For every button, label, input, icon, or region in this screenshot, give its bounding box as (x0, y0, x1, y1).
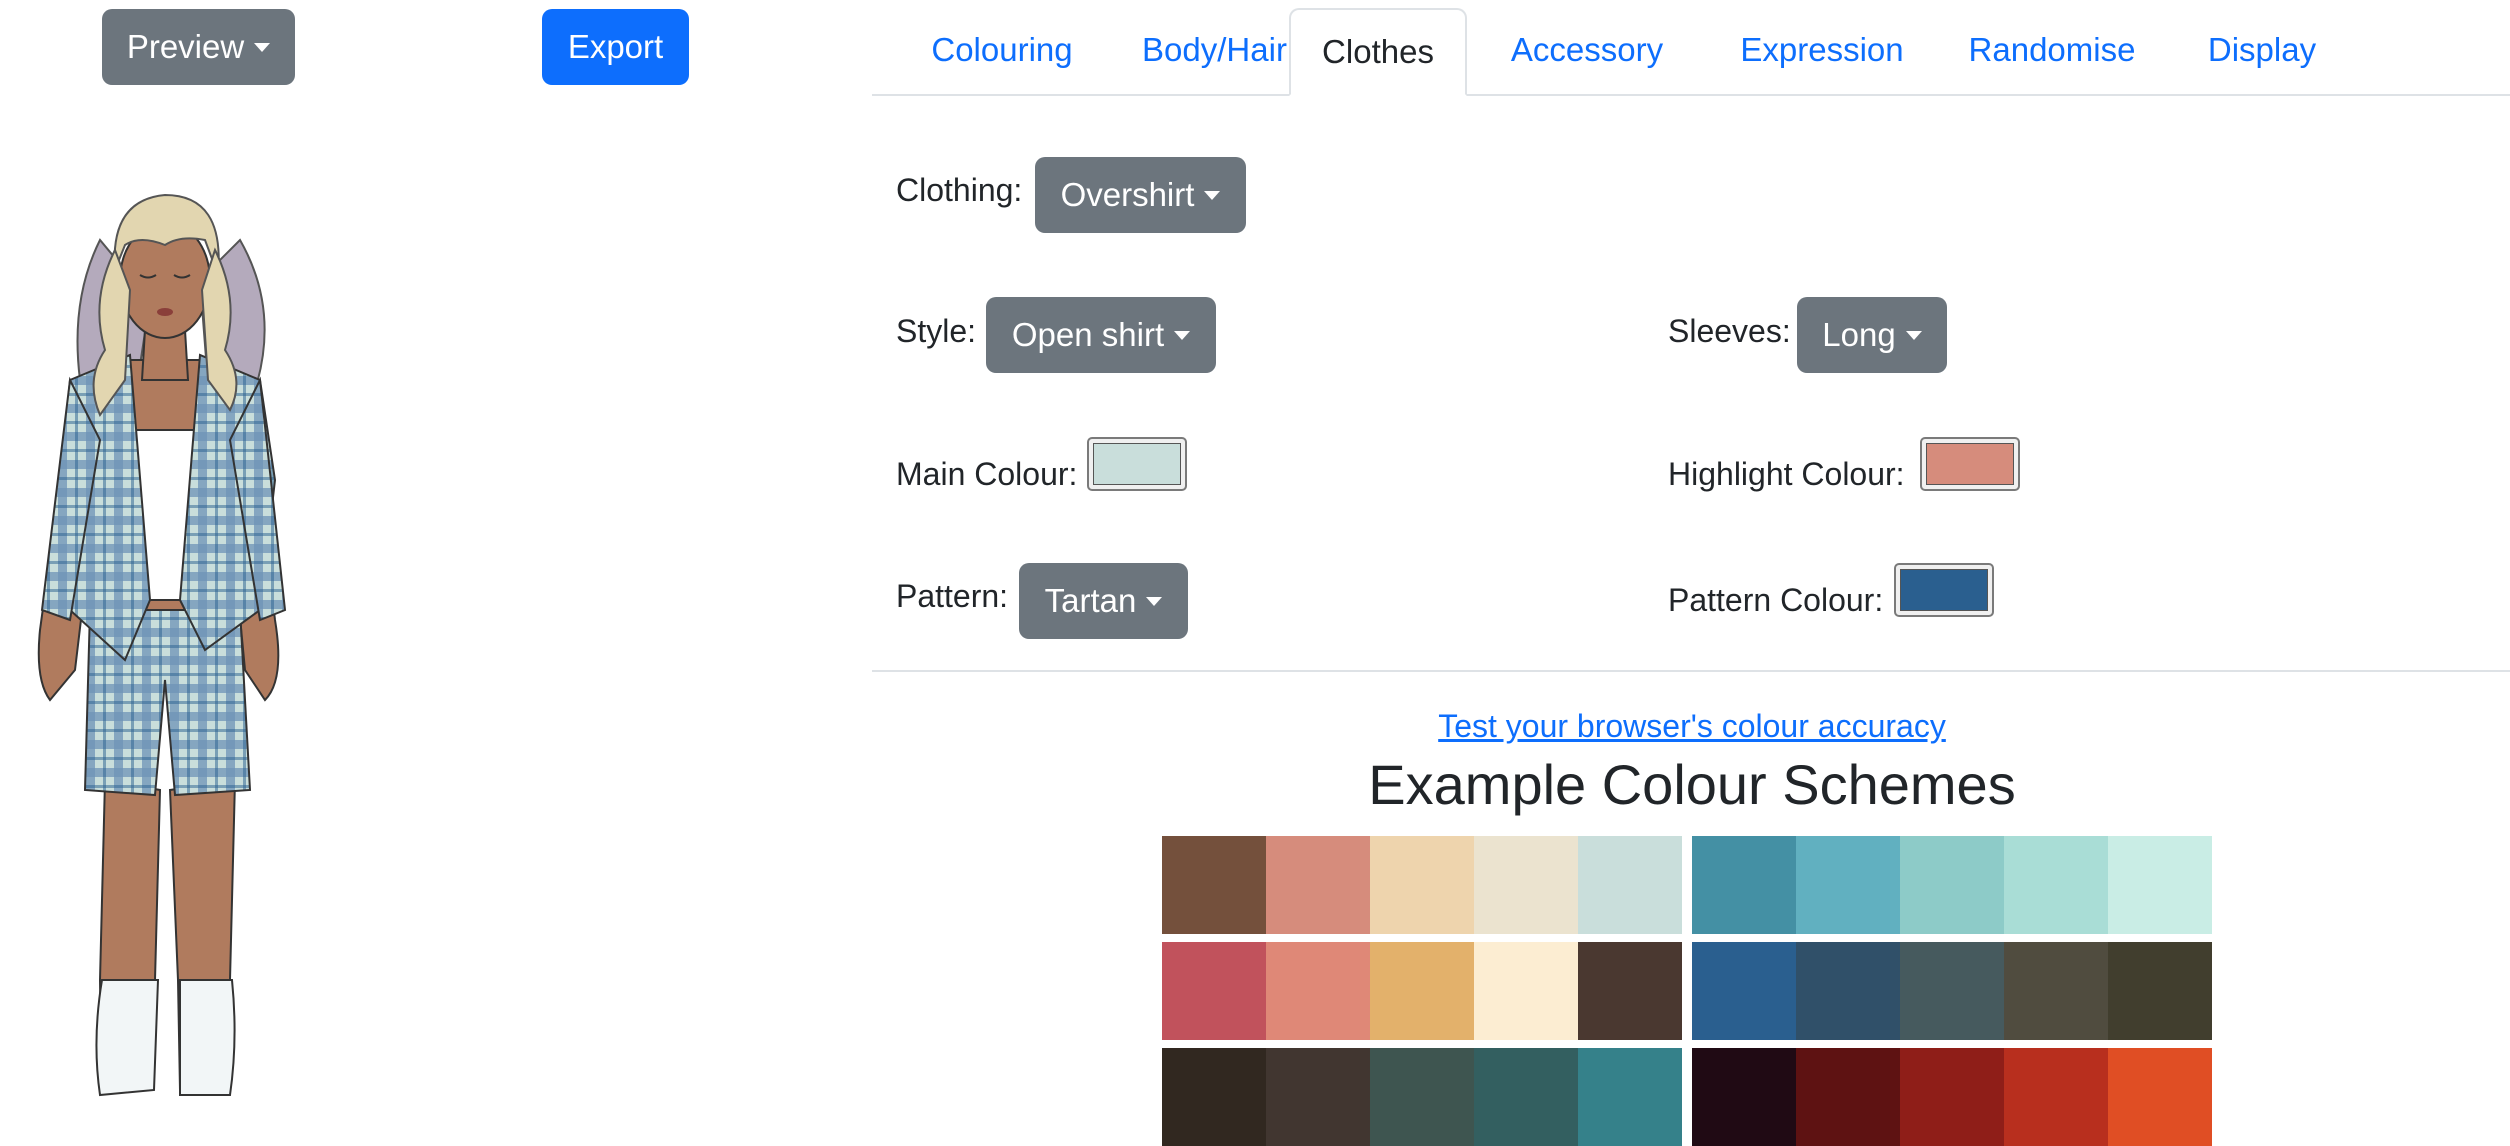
tab-label: Display (2207, 31, 2317, 68)
pattern-label: Pattern: (896, 578, 1009, 614)
colour-scheme-swatch[interactable] (1266, 942, 1370, 1040)
sleeves-value: Long (1822, 316, 1896, 353)
colour-scheme-swatch[interactable] (1162, 1048, 1266, 1146)
highlight-colour-label: Highlight Colour: (1668, 456, 1905, 492)
colour-scheme-swatch[interactable] (1162, 942, 1266, 1040)
clothing-value: Overshirt (1060, 176, 1195, 213)
sock-right (179, 979, 236, 1096)
colour-schemes-heading: Example Colour Schemes (1368, 753, 2016, 816)
colour-scheme-swatch[interactable] (1578, 1048, 1682, 1146)
tab-body-hair[interactable]: Body/Hair (1122, 8, 1307, 92)
highlight-colour-swatch (1926, 443, 2014, 485)
export-button[interactable]: Export (542, 9, 689, 85)
tab-display[interactable]: Display (2162, 8, 2362, 92)
style-dropdown[interactable]: Open shirt (986, 297, 1216, 373)
chevron-down-icon (1174, 330, 1191, 340)
colour-scheme-swatch[interactable] (1692, 836, 1796, 934)
colour-scheme-swatch[interactable] (2004, 1048, 2108, 1146)
colour-scheme-swatch[interactable] (1692, 942, 1796, 1040)
chevron-down-icon (1204, 190, 1221, 200)
chevron-down-icon (1146, 596, 1163, 606)
main-colour-picker[interactable] (1087, 437, 1187, 491)
clothing-dropdown[interactable]: Overshirt (1035, 157, 1246, 233)
colour-scheme-swatch[interactable] (1474, 836, 1578, 934)
tab-expression[interactable]: Expression (1702, 8, 1942, 92)
tab-label: Clothes (1322, 33, 1434, 70)
sleeves-label: Sleeves: (1668, 313, 1791, 349)
colour-scheme-swatch[interactable] (1578, 942, 1682, 1040)
colour-accuracy-link[interactable]: Test your browser's colour accuracy (1000, 708, 2384, 745)
colour-scheme-swatch[interactable] (1474, 1048, 1578, 1146)
style-label: Style: (896, 313, 977, 349)
main-colour-label: Main Colour: (896, 456, 1078, 492)
colour-scheme[interactable] (1162, 836, 1682, 934)
colour-scheme-swatch[interactable] (1900, 836, 2004, 934)
tab-label: Colouring (931, 31, 1073, 68)
tab-label: Accessory (1510, 31, 1664, 68)
colour-scheme-swatch[interactable] (1900, 942, 2004, 1040)
tab-randomise[interactable]: Randomise (1942, 8, 2162, 92)
style-value: Open shirt (1011, 316, 1165, 353)
tab-label: Expression (1740, 31, 1904, 68)
tab-label: Body/Hair (1142, 31, 1287, 68)
tab-bar: Colouring Body/Hair Clothes Accessory Ex… (872, 8, 2510, 96)
tab-colouring[interactable]: Colouring (882, 8, 1122, 92)
mouth (157, 308, 173, 316)
colour-scheme-swatch[interactable] (1692, 1048, 1796, 1146)
colour-scheme[interactable] (1692, 836, 2212, 934)
colour-scheme[interactable] (1162, 942, 1682, 1040)
colour-scheme-swatch[interactable] (1266, 1048, 1370, 1146)
tab-clothes[interactable]: Clothes (1289, 8, 1467, 96)
colour-scheme-swatch[interactable] (1266, 836, 1370, 934)
sleeves-dropdown[interactable]: Long (1797, 297, 1947, 373)
chevron-down-icon (254, 42, 271, 52)
colour-scheme-swatch[interactable] (2004, 836, 2108, 934)
colour-scheme-swatch[interactable] (1578, 836, 1682, 934)
colour-scheme-swatch[interactable] (1370, 1048, 1474, 1146)
colour-scheme-swatch[interactable] (1162, 836, 1266, 934)
colour-scheme-swatch[interactable] (2108, 1048, 2212, 1146)
section-divider (872, 670, 2510, 672)
colour-scheme-swatch[interactable] (1796, 836, 1900, 934)
colour-scheme-swatch[interactable] (2004, 942, 2108, 1040)
colour-scheme-swatch[interactable] (1900, 1048, 2004, 1146)
colour-scheme[interactable] (1692, 942, 2212, 1040)
tab-label: Randomise (1968, 31, 2136, 68)
preview-button-label: Preview (126, 28, 245, 65)
pattern-colour-label: Pattern Colour: (1668, 582, 1884, 618)
colour-scheme-swatch[interactable] (1796, 1048, 1900, 1146)
sock-left (95, 979, 160, 1097)
main-colour-swatch (1093, 443, 1181, 485)
pattern-colour-picker[interactable] (1894, 563, 1994, 617)
clothing-label: Clothing: (896, 172, 1023, 208)
colour-scheme-swatch[interactable] (1370, 942, 1474, 1040)
pattern-dropdown[interactable]: Tartan (1019, 563, 1188, 639)
colour-scheme-swatch[interactable] (1796, 942, 1900, 1040)
tab-accessory[interactable]: Accessory (1472, 8, 1702, 92)
colour-scheme-swatch[interactable] (2108, 942, 2212, 1040)
colour-scheme-swatch[interactable] (2108, 836, 2212, 934)
character-preview (37, 193, 287, 1097)
pattern-value: Tartan (1044, 582, 1137, 619)
pattern-colour-swatch (1900, 569, 1988, 611)
colour-scheme-swatch[interactable] (1370, 836, 1474, 934)
preview-dropdown-button[interactable]: Preview (102, 9, 295, 85)
colour-scheme-swatch[interactable] (1474, 942, 1578, 1040)
export-button-label: Export (567, 28, 664, 65)
highlight-colour-picker[interactable] (1920, 437, 2020, 491)
colour-scheme[interactable] (1692, 1048, 2212, 1146)
chevron-down-icon (1905, 330, 1922, 340)
colour-scheme[interactable] (1162, 1048, 1682, 1146)
